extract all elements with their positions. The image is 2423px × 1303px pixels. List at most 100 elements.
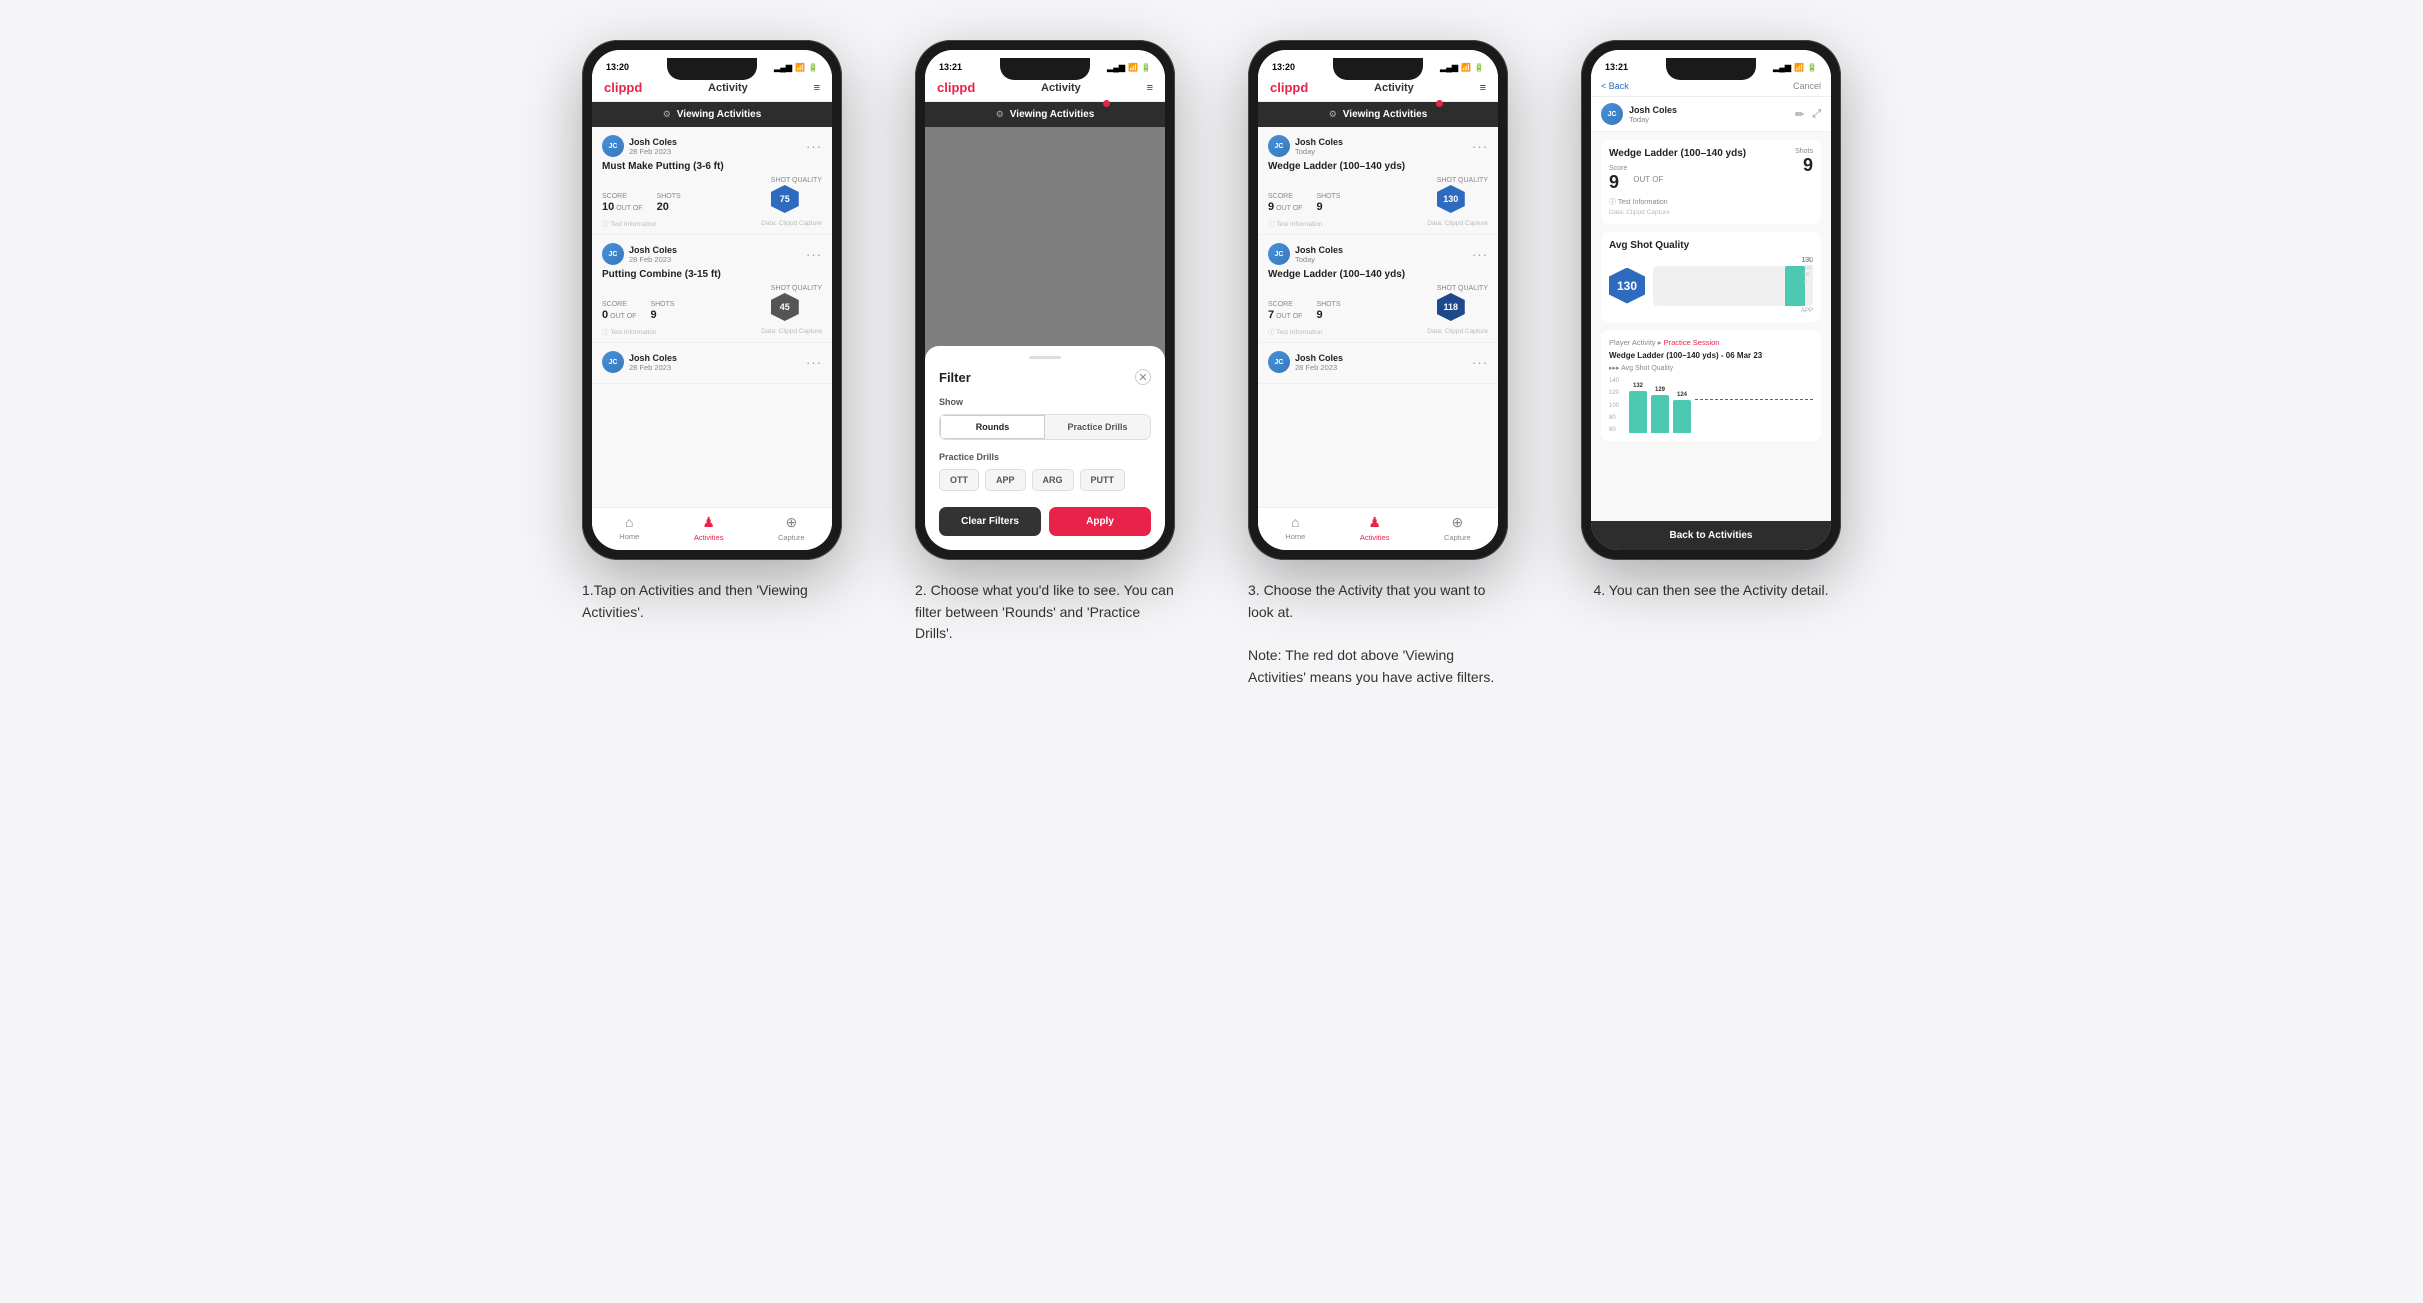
quality-label-1-1: Shot Quality [771,177,822,184]
more-dots-1-1[interactable]: ··· [806,139,822,154]
quality-chart-4: 130 APP 130 [1653,257,1813,314]
avatar-1-2: JC [602,243,624,265]
caption-1: 1.Tap on Activities and then 'Viewing Ac… [582,580,842,623]
viewing-bar-3[interactable]: ⚙ Viewing Activities [1258,102,1498,127]
arg-btn-2[interactable]: ARG [1032,469,1074,491]
back-button-4[interactable]: < Back [1601,81,1629,91]
wifi-icon-4: 📶 [1794,63,1804,72]
quality-hex-4: 130 [1609,268,1645,304]
user-name-1-3: Josh Coles [629,353,677,363]
user-name-3-1: Josh Coles [1295,137,1343,147]
activity-card-1-3[interactable]: JC Josh Coles 28 Feb 2023 ··· [592,343,832,384]
settings-icon-3: ⚙ [1329,109,1337,120]
expand-icon-4[interactable]: ⤢ [1812,108,1821,121]
session-subtitle-4: ▸▸▸ Avg Shot Quality [1609,364,1813,372]
more-dots-1-3[interactable]: ··· [806,355,822,370]
filter-title-2: Filter [939,370,971,385]
phone-screen-2: 13:21 ▂▄▆ 📶 🔋 clippd Activity ≡ ⚙ [925,50,1165,550]
cancel-button-4[interactable]: Cancel [1793,81,1821,91]
card-user-1-2: JC Josh Coles 28 Feb 2023 [602,243,677,265]
player-activity-section-4: Player Activity ▸ Practice Session Wedge… [1601,330,1821,441]
user-info-1-1: Josh Coles 28 Feb 2023 [629,137,677,156]
card-header-1-2: JC Josh Coles 28 Feb 2023 ··· [602,243,822,265]
status-icons-1: ▂▄▆ 📶 🔋 [774,63,818,72]
user-name-3-2: Josh Coles [1295,245,1343,255]
signal-icon-2: ▂▄▆ [1107,63,1125,72]
nav-activities-1[interactable]: ♟ Activities [694,514,724,542]
test-info-3-2: ⓘ Test Information [1268,326,1322,336]
card-footer-1-1: ⓘ Test Information Data: Clippd Capture [602,218,822,228]
app-title-1: Activity [708,82,748,94]
time-4: 13:21 [1605,62,1628,72]
card-title-3-2: Wedge Ladder (100–140 yds) [1268,269,1488,280]
nav-capture-3[interactable]: ⊕ Capture [1444,514,1471,542]
more-dots-3-1[interactable]: ··· [1472,139,1488,154]
nav-activities-3[interactable]: ♟ Activities [1360,514,1390,542]
test-info-1-1: ⓘ Test Information [602,218,656,228]
viewing-bar-2[interactable]: ⚙ Viewing Activities [925,102,1165,127]
signal-icon-3: ▂▄▆ [1440,63,1458,72]
red-dot-2 [1103,100,1110,107]
putt-btn-2[interactable]: PUTT [1080,469,1126,491]
bar-4-1 [1629,391,1647,433]
hamburger-icon-3[interactable]: ≡ [1480,82,1486,94]
user-info-3-3: Josh Coles 28 Feb 2023 [1295,353,1343,372]
rounds-toggle-2[interactable]: Rounds [940,415,1045,439]
app-logo-3: clippd [1270,80,1308,95]
more-dots-3-3[interactable]: ··· [1472,355,1488,370]
phone-3: 13:20 ▂▄▆ 📶 🔋 clippd Activity ≡ ⚙ [1248,40,1508,560]
card-header-3-1: JC Josh Coles Today ··· [1268,135,1488,157]
viewing-bar-1[interactable]: ⚙ Viewing Activities [592,102,832,127]
card-user-3-1: JC Josh Coles Today [1268,135,1343,157]
more-dots-1-2[interactable]: ··· [806,247,822,262]
hamburger-icon-1[interactable]: ≡ [814,82,820,94]
phone-2: 13:21 ▂▄▆ 📶 🔋 clippd Activity ≡ ⚙ [915,40,1175,560]
player-activity-label-4: Player Activity ▸ Practice Session [1609,338,1813,347]
quality-badge-1-1: 75 [771,185,799,213]
hamburger-icon-2[interactable]: ≡ [1147,82,1153,94]
avatar-1-1: JC [602,135,624,157]
activity-card-1-1[interactable]: JC Josh Coles 28 Feb 2023 ··· Must Make … [592,127,832,235]
edit-icon-4[interactable]: ✏ [1795,108,1804,121]
activities-label-3: Activities [1360,533,1390,542]
settings-icon-2: ⚙ [996,109,1004,120]
nav-capture-1[interactable]: ⊕ Capture [778,514,805,542]
clear-filters-btn-2[interactable]: Clear Filters [939,507,1041,536]
chart-bar-4 [1785,266,1805,306]
battery-icon-2: 🔋 [1141,63,1151,72]
activity-card-3-3[interactable]: JC Josh Coles 28 Feb 2023 ··· [1258,343,1498,384]
detail-action-icons-4: ✏ ⤢ [1795,108,1821,121]
detail-user-bar-4: JC Josh Coles Today ✏ ⤢ [1591,97,1831,132]
app-logo-2: clippd [937,80,975,95]
card-stats-3-2: Score 7 OUT OF Shots 9 [1268,285,1488,321]
user-info-3-1: Josh Coles Today [1295,137,1343,156]
score-group-1-1: Score 10 OUT OF [602,193,643,213]
app-btn-2[interactable]: APP [985,469,1026,491]
back-to-activities-btn-4[interactable]: Back to Activities [1591,521,1831,550]
nav-home-1[interactable]: ⌂ Home [619,514,639,542]
user-date-3-1: Today [1295,147,1343,156]
nav-home-3[interactable]: ⌂ Home [1285,514,1305,542]
battery-icon-4: 🔋 [1807,63,1817,72]
score-label-3-2: Score [1268,301,1302,308]
battery-icon-3: 🔋 [1474,63,1484,72]
activity-card-3-1[interactable]: JC Josh Coles Today ··· Wedge Ladder (10… [1258,127,1498,235]
activity-card-3-2[interactable]: JC Josh Coles Today ··· Wedge Ladder (10… [1258,235,1498,343]
ott-btn-2[interactable]: OTT [939,469,979,491]
card-user-1-1: JC Josh Coles 28 Feb 2023 [602,135,677,157]
more-dots-3-2[interactable]: ··· [1472,247,1488,262]
capture-icon-3: ⊕ [1451,514,1463,531]
avatar-3-2: JC [1268,243,1290,265]
step2-container: 13:21 ▂▄▆ 📶 🔋 clippd Activity ≡ ⚙ [895,40,1196,645]
apply-btn-2[interactable]: Apply [1049,507,1151,536]
bar-val-4-1: 132 [1633,383,1643,389]
practice-drills-toggle-2[interactable]: Practice Drills [1045,415,1150,439]
close-button-2[interactable]: ✕ [1135,369,1151,385]
test-info-1-2: ⓘ Test Information [602,326,656,336]
data-capture-3-1: Data: Clippd Capture [1427,218,1488,228]
show-label-2: Show [939,397,1151,407]
activity-card-1-2[interactable]: JC Josh Coles 28 Feb 2023 ··· Putting Co… [592,235,832,343]
card-header-1-1: JC Josh Coles 28 Feb 2023 ··· [602,135,822,157]
data-capture-1-2: Data: Clippd Capture [761,326,822,336]
viewing-bar-text-3: Viewing Activities [1343,109,1427,120]
